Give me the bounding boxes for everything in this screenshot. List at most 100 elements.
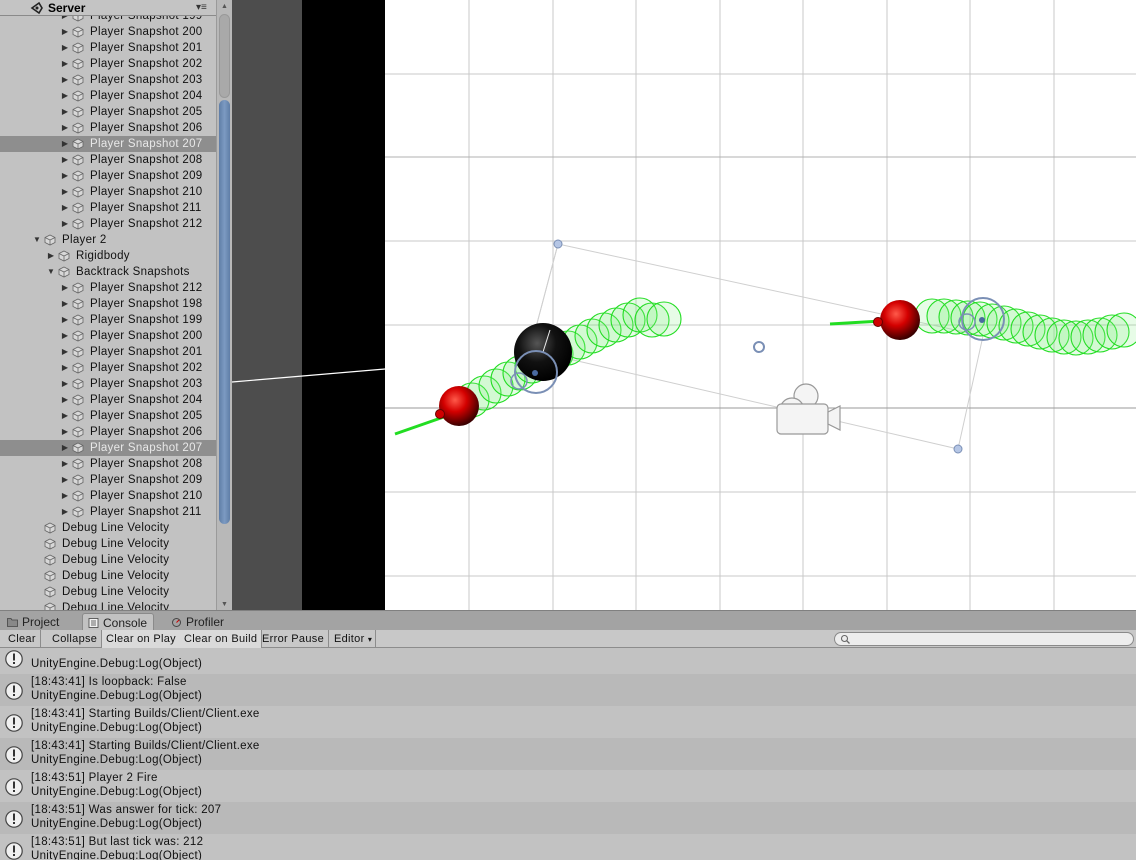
expand-arrow-collapsed-icon[interactable]: ▶ — [60, 315, 70, 325]
expand-arrow-collapsed-icon[interactable]: ▶ — [60, 283, 70, 293]
hierarchy-row[interactable]: ▶ Player Snapshot 206 — [0, 120, 216, 136]
tab-console[interactable]: Console — [82, 613, 155, 631]
expand-arrow-collapsed-icon[interactable]: ▶ — [60, 443, 70, 453]
expand-arrow-expanded-icon[interactable]: ▼ — [46, 267, 56, 277]
hierarchy-row[interactable]: ▶ Player Snapshot 210 — [0, 488, 216, 504]
expand-arrow-collapsed-icon[interactable]: ▶ — [60, 219, 70, 229]
hierarchy-row[interactable]: Debug Line Velocity — [0, 536, 216, 552]
hierarchy-row[interactable]: ▶ Player Snapshot 204 — [0, 88, 216, 104]
console-entry[interactable]: [18:43:51] But last tick was: 212 UnityEn… — [0, 834, 1136, 860]
hierarchy-row[interactable]: ▶ Player Snapshot 212 — [0, 280, 216, 296]
expand-arrow-collapsed-icon[interactable]: ▶ — [60, 379, 70, 389]
scene-canvas[interactable] — [232, 0, 1136, 610]
expand-arrow-collapsed-icon[interactable]: ▶ — [60, 427, 70, 437]
hierarchy-scene-header[interactable]: Server ▾≡ — [0, 0, 216, 16]
expand-arrow-collapsed-icon[interactable]: ▶ — [60, 171, 70, 181]
expand-arrow-collapsed-icon[interactable]: ▶ — [60, 411, 70, 421]
hierarchy-row[interactable]: ▶ Player Snapshot 209 — [0, 472, 216, 488]
center-handle[interactable] — [753, 341, 765, 353]
expand-arrow-collapsed-icon[interactable]: ▶ — [60, 27, 70, 37]
hierarchy-row[interactable]: ▶ Player Snapshot 200 — [0, 24, 216, 40]
hierarchy-row[interactable]: ▶ Player Snapshot 201 — [0, 344, 216, 360]
scene-view[interactable] — [232, 0, 1136, 610]
hierarchy-row[interactable]: ▶ Player Snapshot 208 — [0, 456, 216, 472]
expand-arrow-collapsed-icon[interactable]: ▶ — [60, 91, 70, 101]
hierarchy-row[interactable]: ▶ Player Snapshot 201 — [0, 40, 216, 56]
expand-arrow-collapsed-icon[interactable]: ▶ — [60, 395, 70, 405]
clear-on-play-toggle[interactable]: Clear on Play — [102, 630, 181, 648]
hierarchy-row[interactable]: ▶ Rigidbody — [0, 248, 216, 264]
expand-arrow-collapsed-icon[interactable]: ▶ — [60, 75, 70, 85]
camera-gizmo-icon[interactable] — [776, 383, 841, 435]
hierarchy-row[interactable]: ▶ Player Snapshot 202 — [0, 360, 216, 376]
expand-arrow-collapsed-icon[interactable]: ▶ — [60, 459, 70, 469]
clear-on-build-toggle[interactable]: Clear on Build — [180, 630, 263, 648]
console-entry[interactable]: [18:43:41] Is loopback: False UnityEngine… — [0, 674, 1136, 706]
player2-sphere[interactable] — [880, 300, 920, 340]
expand-arrow-collapsed-icon[interactable]: ▶ — [60, 331, 70, 341]
hierarchy-row[interactable]: Debug Line Velocity — [0, 568, 216, 584]
hierarchy-row[interactable]: ▶ Player Snapshot 207 — [0, 136, 216, 152]
hierarchy-row[interactable]: ▶ Player Snapshot 203 — [0, 72, 216, 88]
console-entry[interactable]: [18:43:41] Starting Builds/Client/Client… — [0, 738, 1136, 770]
expand-arrow-collapsed-icon[interactable]: ▶ — [60, 203, 70, 213]
hierarchy-row[interactable]: ▶ Player Snapshot 212 — [0, 216, 216, 232]
expand-arrow-collapsed-icon[interactable]: ▶ — [60, 59, 70, 69]
editor-dropdown[interactable]: Editor ▾ — [330, 630, 376, 648]
hierarchy-row[interactable]: ▶ Player Snapshot 200 — [0, 328, 216, 344]
hierarchy-row[interactable]: ▶ Player Snapshot 207 — [0, 440, 216, 456]
hierarchy-row[interactable]: Debug Line Velocity — [0, 520, 216, 536]
error-pause-toggle[interactable]: Error Pause — [258, 630, 329, 648]
scroll-up-arrow-icon[interactable]: ▲ — [221, 3, 228, 10]
scroll-down-arrow-icon[interactable]: ▼ — [221, 601, 228, 608]
frustum-handle-bottom[interactable] — [953, 444, 963, 454]
hierarchy-row[interactable]: Debug Line Velocity — [0, 600, 216, 610]
console-entry[interactable]: UnityEngine.Debug:Log(Object) — [0, 648, 1136, 674]
expand-arrow-collapsed-icon[interactable]: ▶ — [60, 491, 70, 501]
expand-arrow-collapsed-icon[interactable]: ▶ — [60, 363, 70, 373]
hierarchy-scrollbar[interactable]: ▲ ▼ — [216, 0, 232, 610]
console-entry[interactable]: [18:43:51] Was answer for tick: 207 Unity… — [0, 802, 1136, 834]
expand-arrow-collapsed-icon[interactable]: ▶ — [60, 475, 70, 485]
expand-arrow-collapsed-icon[interactable]: ▶ — [60, 187, 70, 197]
expand-arrow-expanded-icon[interactable]: ▼ — [32, 235, 42, 245]
tab-profiler[interactable]: Profiler — [166, 613, 230, 631]
expand-arrow-collapsed-icon[interactable]: ▶ — [46, 251, 56, 261]
console-entry[interactable]: [18:43:41] Starting Builds/Client/Client… — [0, 706, 1136, 738]
hierarchy-row[interactable]: ▶ Player Snapshot 205 — [0, 104, 216, 120]
scrollbar-thumb[interactable] — [219, 100, 230, 524]
expand-arrow-collapsed-icon[interactable]: ▶ — [60, 139, 70, 149]
hierarchy-row[interactable]: ▶ Player Snapshot 211 — [0, 504, 216, 520]
hierarchy-row[interactable]: ▶ Player Snapshot 199 — [0, 312, 216, 328]
console-log-list[interactable]: UnityEngine.Debug:Log(Object) [18:43:41] … — [0, 648, 1136, 860]
expand-arrow-collapsed-icon[interactable]: ▶ — [60, 123, 70, 133]
expand-arrow-collapsed-icon[interactable]: ▶ — [60, 299, 70, 309]
hierarchy-row[interactable]: ▶ Player Snapshot 211 — [0, 200, 216, 216]
console-search-input[interactable] — [834, 632, 1134, 646]
console-entry[interactable]: [18:43:51] Player 2 Fire UnityEngine.Debu… — [0, 770, 1136, 802]
hierarchy-row[interactable]: ▶ Player Snapshot 210 — [0, 184, 216, 200]
expand-arrow-collapsed-icon[interactable]: ▶ — [60, 155, 70, 165]
player1-sphere[interactable] — [439, 386, 479, 426]
expand-arrow-collapsed-icon[interactable]: ▶ — [60, 347, 70, 357]
hierarchy-row[interactable]: ▶ Player Snapshot 203 — [0, 376, 216, 392]
expand-arrow-collapsed-icon[interactable]: ▶ — [60, 43, 70, 53]
hierarchy-row[interactable]: Debug Line Velocity — [0, 552, 216, 568]
hierarchy-row[interactable]: ▼ Player 2 — [0, 232, 216, 248]
frustum-handle-top[interactable] — [553, 239, 563, 249]
hierarchy-row[interactable]: ▶ Player Snapshot 205 — [0, 408, 216, 424]
hierarchy-row[interactable]: ▶ Player Snapshot 198 — [0, 296, 216, 312]
hierarchy-row[interactable]: ▶ Player Snapshot 209 — [0, 168, 216, 184]
expand-arrow-collapsed-icon[interactable]: ▶ — [60, 107, 70, 117]
clear-button[interactable]: Clear — [4, 630, 41, 648]
expand-arrow-collapsed-icon[interactable]: ▶ — [60, 507, 70, 517]
hierarchy-row[interactable]: Debug Line Velocity — [0, 584, 216, 600]
hierarchy-menu-icon[interactable]: ▾≡ — [196, 2, 207, 14]
hierarchy-row[interactable]: ▶ Player Snapshot 206 — [0, 424, 216, 440]
hierarchy-row[interactable]: ▶ Player Snapshot 204 — [0, 392, 216, 408]
hierarchy-row[interactable]: ▶ Player Snapshot 202 — [0, 56, 216, 72]
hierarchy-row[interactable]: ▶ Player Snapshot 208 — [0, 152, 216, 168]
collapse-toggle[interactable]: Collapse — [48, 630, 103, 648]
tab-project[interactable]: Project — [2, 613, 65, 631]
hierarchy-row[interactable]: ▼ Backtrack Snapshots — [0, 264, 216, 280]
